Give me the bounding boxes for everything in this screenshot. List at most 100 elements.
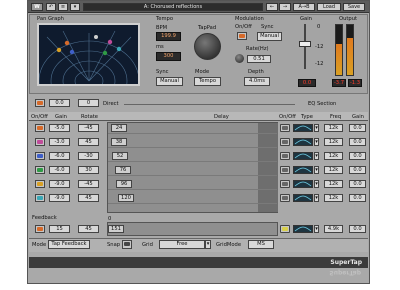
feedback-eq-onoff[interactable] — [280, 225, 290, 233]
modulation-sync-select[interactable]: Manual — [257, 32, 282, 41]
mode-select[interactable]: Tap Feedback — [48, 240, 90, 249]
eq-gain-field[interactable]: 0.0 — [349, 194, 366, 202]
tap-delay-handle[interactable]: 52 — [112, 152, 128, 160]
eq-type-arrow-icon[interactable]: ▾ — [314, 152, 319, 160]
eq-type-arrow-icon[interactable]: ▾ — [314, 124, 319, 132]
eq-onoff-toggle[interactable] — [280, 194, 290, 202]
tap-rotate-field[interactable]: 30 — [78, 166, 99, 174]
tap-gain-field[interactable]: -9.0 — [49, 180, 70, 188]
eq-type-select[interactable] — [293, 152, 313, 160]
gridmode-label: GridMode — [216, 242, 242, 248]
prev-preset-button[interactable]: ← — [266, 3, 278, 11]
tap-gain-field[interactable]: -3.0 — [49, 138, 70, 146]
tap-onoff-toggle[interactable] — [35, 152, 45, 160]
tap-delay-handle[interactable]: 120 — [118, 194, 134, 202]
eq-gain-field[interactable]: 0.0 — [349, 180, 366, 188]
direct-gain-field[interactable]: 0.0 — [49, 99, 70, 107]
modulation-onoff-toggle[interactable] — [237, 32, 247, 40]
tap-rotate-field[interactable]: -45 — [78, 124, 99, 132]
eq-gain-field[interactable]: 0.0 — [349, 166, 366, 174]
eq-type-select[interactable] — [293, 166, 313, 174]
load-button[interactable]: Load — [317, 3, 341, 11]
tap-delay-handle[interactable]: 38 — [111, 138, 127, 146]
feedback-eq-type[interactable] — [293, 225, 313, 233]
snap-toggle[interactable] — [122, 240, 132, 249]
output-right-value: -1.3 — [348, 79, 362, 87]
tap-onoff-toggle[interactable] — [35, 166, 45, 174]
setup-icon[interactable]: ≡ — [58, 3, 68, 11]
eq-onoff-toggle[interactable] — [280, 180, 290, 188]
tempo-sync-select[interactable]: Manual — [156, 77, 183, 86]
feedback-delay-lane[interactable] — [107, 222, 278, 236]
compare-button[interactable]: A→B — [293, 3, 315, 11]
tap-rotate-field[interactable]: 45 — [78, 138, 99, 146]
tap-rotate-field[interactable]: 45 — [78, 194, 99, 202]
eq-type-arrow-icon[interactable]: ▾ — [314, 138, 319, 146]
eq-freq-field[interactable]: 12k — [324, 166, 343, 174]
grid-dropdown-arrow-icon[interactable]: ▾ — [205, 240, 211, 249]
preset-name-display[interactable]: A: Chorused reflections — [83, 3, 263, 11]
eq-type-arrow-icon[interactable]: ▾ — [314, 166, 319, 174]
feedback-eq-freq[interactable]: 4.9k — [324, 225, 343, 233]
tap-delay-handle[interactable]: 96 — [116, 180, 132, 188]
tap-gain-field[interactable]: -5.0 — [49, 124, 70, 132]
eq-freq-field[interactable]: 12k — [324, 180, 343, 188]
eq-gain-field[interactable]: 0.0 — [349, 152, 366, 160]
tap-delay-lane — [108, 123, 277, 134]
tap-onoff-toggle[interactable] — [35, 138, 45, 146]
eq-type-arrow-icon[interactable]: ▾ — [314, 194, 319, 202]
gridmode-select[interactable]: MS — [248, 240, 274, 249]
rate-knob[interactable] — [235, 54, 244, 63]
next-preset-button[interactable]: → — [279, 3, 291, 11]
pan-graph-display[interactable] — [37, 23, 140, 86]
feedback-onoff-toggle[interactable] — [35, 225, 45, 233]
undo-icon[interactable]: ↶ — [46, 3, 56, 11]
feedback-eq-type-arrow[interactable]: ▾ — [314, 225, 319, 233]
dropdown-arrow-icon[interactable]: ▾ — [70, 3, 80, 11]
rate-field[interactable]: 0.51 — [247, 55, 271, 63]
feedback-delay-handle[interactable]: 151 — [108, 225, 124, 233]
eq-type-select[interactable] — [293, 124, 313, 132]
eq-onoff-toggle[interactable] — [280, 138, 290, 146]
eq-gain-field[interactable]: 0.0 — [349, 138, 366, 146]
grid-select[interactable]: Free — [159, 240, 205, 249]
tap-delay-handle[interactable]: 76 — [115, 166, 131, 174]
eq-freq-field[interactable]: 12k — [324, 124, 343, 132]
tap-gain-field[interactable]: -9.0 — [49, 194, 70, 202]
feedback-gain-field[interactable]: 15 — [49, 225, 70, 233]
tap-gain-field[interactable]: -6.0 — [49, 152, 70, 160]
feedback-eq-gain[interactable]: 0.0 — [349, 225, 366, 233]
eq-freq-field[interactable]: 12k — [324, 152, 343, 160]
bpm-field[interactable]: 199.9 — [156, 32, 181, 41]
depth-field[interactable]: 4.0ms — [244, 77, 270, 86]
eq-type-arrow-icon[interactable]: ▾ — [314, 180, 319, 188]
tap-rotate-field[interactable]: -45 — [78, 180, 99, 188]
feedback-rotate-field[interactable]: 45 — [78, 225, 99, 233]
eq-onoff-toggle[interactable] — [280, 166, 290, 174]
eq-curve-icon — [294, 139, 312, 145]
eq-freq-field[interactable]: 12k — [324, 194, 343, 202]
tap-onoff-toggle[interactable] — [35, 194, 45, 202]
eq-onoff-toggle[interactable] — [280, 152, 290, 160]
ms-field[interactable]: 300 — [156, 52, 181, 61]
tappad-button[interactable] — [194, 33, 221, 60]
direct-rotate-field[interactable]: 0 — [78, 99, 99, 107]
tap-onoff-toggle[interactable] — [35, 180, 45, 188]
tempo-mode-select[interactable]: Tempo — [194, 77, 221, 86]
gain-fader-handle[interactable] — [299, 41, 311, 47]
tap-onoff-toggle[interactable] — [35, 124, 45, 132]
save-button[interactable]: Save — [343, 3, 365, 11]
eq-gain-field[interactable]: 0.0 — [349, 124, 366, 132]
eq-type-select[interactable] — [293, 180, 313, 188]
eq-type-select[interactable] — [293, 138, 313, 146]
ms-label: ms — [156, 44, 164, 50]
direct-onoff-toggle[interactable] — [35, 99, 45, 107]
tap-gain-field[interactable]: -6.0 — [49, 166, 70, 174]
eq-freq-field[interactable]: 12k — [324, 138, 343, 146]
eq-type-select[interactable] — [293, 194, 313, 202]
output-title: Output — [339, 16, 358, 22]
tap-delay-handle[interactable]: 24 — [111, 124, 127, 132]
tap-rotate-field[interactable]: -30 — [78, 152, 99, 160]
onoff-led-icon — [282, 168, 288, 172]
eq-onoff-toggle[interactable] — [280, 124, 290, 132]
